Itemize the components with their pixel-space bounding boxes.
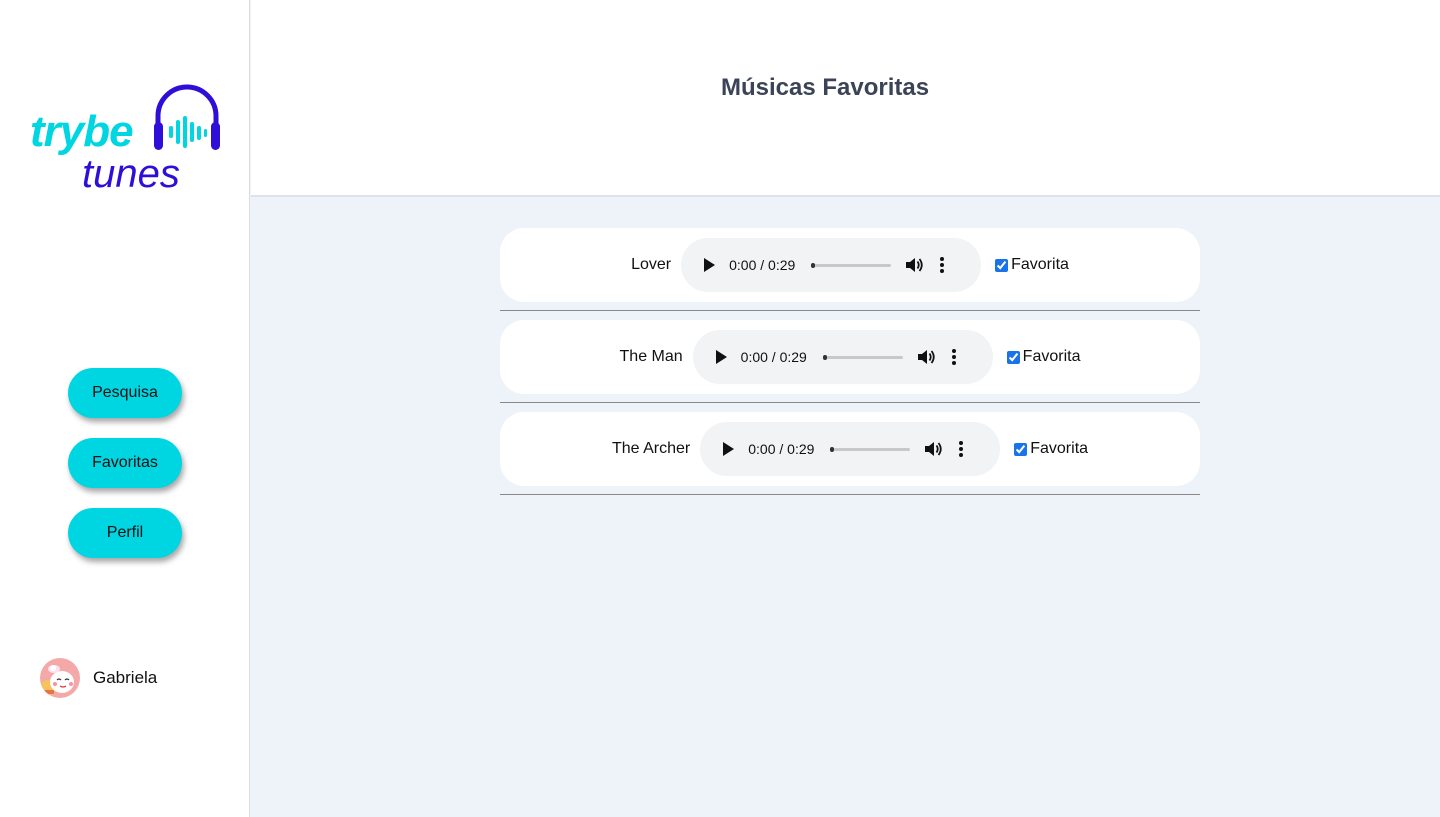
more-options-icon[interactable] [949, 347, 959, 367]
favorite-checkbox[interactable] [1006, 350, 1020, 364]
logo-word-tunes: tunes [82, 152, 180, 196]
trybetunes-logo: trybe tunes [30, 84, 222, 194]
more-options-icon[interactable] [956, 439, 966, 459]
time-display: 0:00 / 0:29 [748, 441, 815, 457]
username: Gabriela [93, 668, 158, 687]
play-icon[interactable] [718, 439, 738, 459]
nav-favorites-button[interactable]: Favoritas [68, 438, 182, 488]
favorite-label: Favorita [1030, 440, 1089, 457]
track-row: The Archer 0:00 / 0:29 Favorita [500, 412, 1200, 486]
track-row: The Man 0:00 / 0:29 Favorita [500, 320, 1200, 394]
favorite-toggle[interactable]: Favorita [1006, 348, 1081, 366]
favorite-toggle[interactable]: Favorita [1014, 440, 1088, 458]
favorite-checkbox[interactable] [995, 258, 1009, 272]
divider [500, 310, 1200, 311]
audio-player[interactable]: 0:00 / 0:29 [692, 330, 993, 384]
divider [500, 494, 1200, 495]
favorite-label: Favorita [1011, 256, 1069, 273]
headphones-icon [154, 84, 220, 150]
seek-slider[interactable] [811, 262, 892, 268]
track-name: The Man [619, 348, 683, 365]
sidebar: trybe tunes Pesquisa Favoritas Perfil Ga… [0, 0, 250, 817]
more-options-icon[interactable] [937, 255, 947, 275]
logo-word-trybe: trybe [30, 107, 134, 156]
play-icon[interactable] [699, 255, 719, 275]
seek-slider[interactable] [822, 354, 903, 360]
page-header: Músicas Favoritas [251, 0, 1440, 197]
audio-player[interactable]: 0:00 / 0:29 [681, 238, 982, 292]
time-display: 0:00 / 0:29 [729, 257, 796, 273]
track-row: Lover 0:00 / 0:29 Favorita [500, 228, 1200, 302]
audio-player[interactable]: 0:00 / 0:29 [700, 422, 1001, 476]
favorite-label: Favorita [1022, 348, 1081, 365]
nav-profile-button[interactable]: Perfil [68, 508, 182, 558]
time-display: 0:00 / 0:29 [740, 349, 807, 365]
favorite-toggle[interactable]: Favorita [995, 256, 1069, 274]
play-icon[interactable] [711, 347, 731, 367]
seek-slider[interactable] [830, 446, 911, 452]
nav-search-button[interactable]: Pesquisa [68, 368, 182, 418]
volume-icon[interactable] [917, 347, 937, 367]
page-title: Músicas Favoritas [720, 74, 930, 101]
divider [500, 402, 1200, 403]
favorites-list: Lover 0:00 / 0:29 Favorita The Man 0:00 … [500, 228, 1200, 504]
avatar [40, 658, 80, 698]
track-name: The Archer [611, 440, 691, 457]
favorite-checkbox[interactable] [1014, 442, 1028, 456]
user-profile[interactable]: Gabriela [40, 658, 157, 698]
track-name: Lover [631, 256, 672, 273]
volume-icon[interactable] [905, 255, 925, 275]
volume-icon[interactable] [924, 439, 944, 459]
